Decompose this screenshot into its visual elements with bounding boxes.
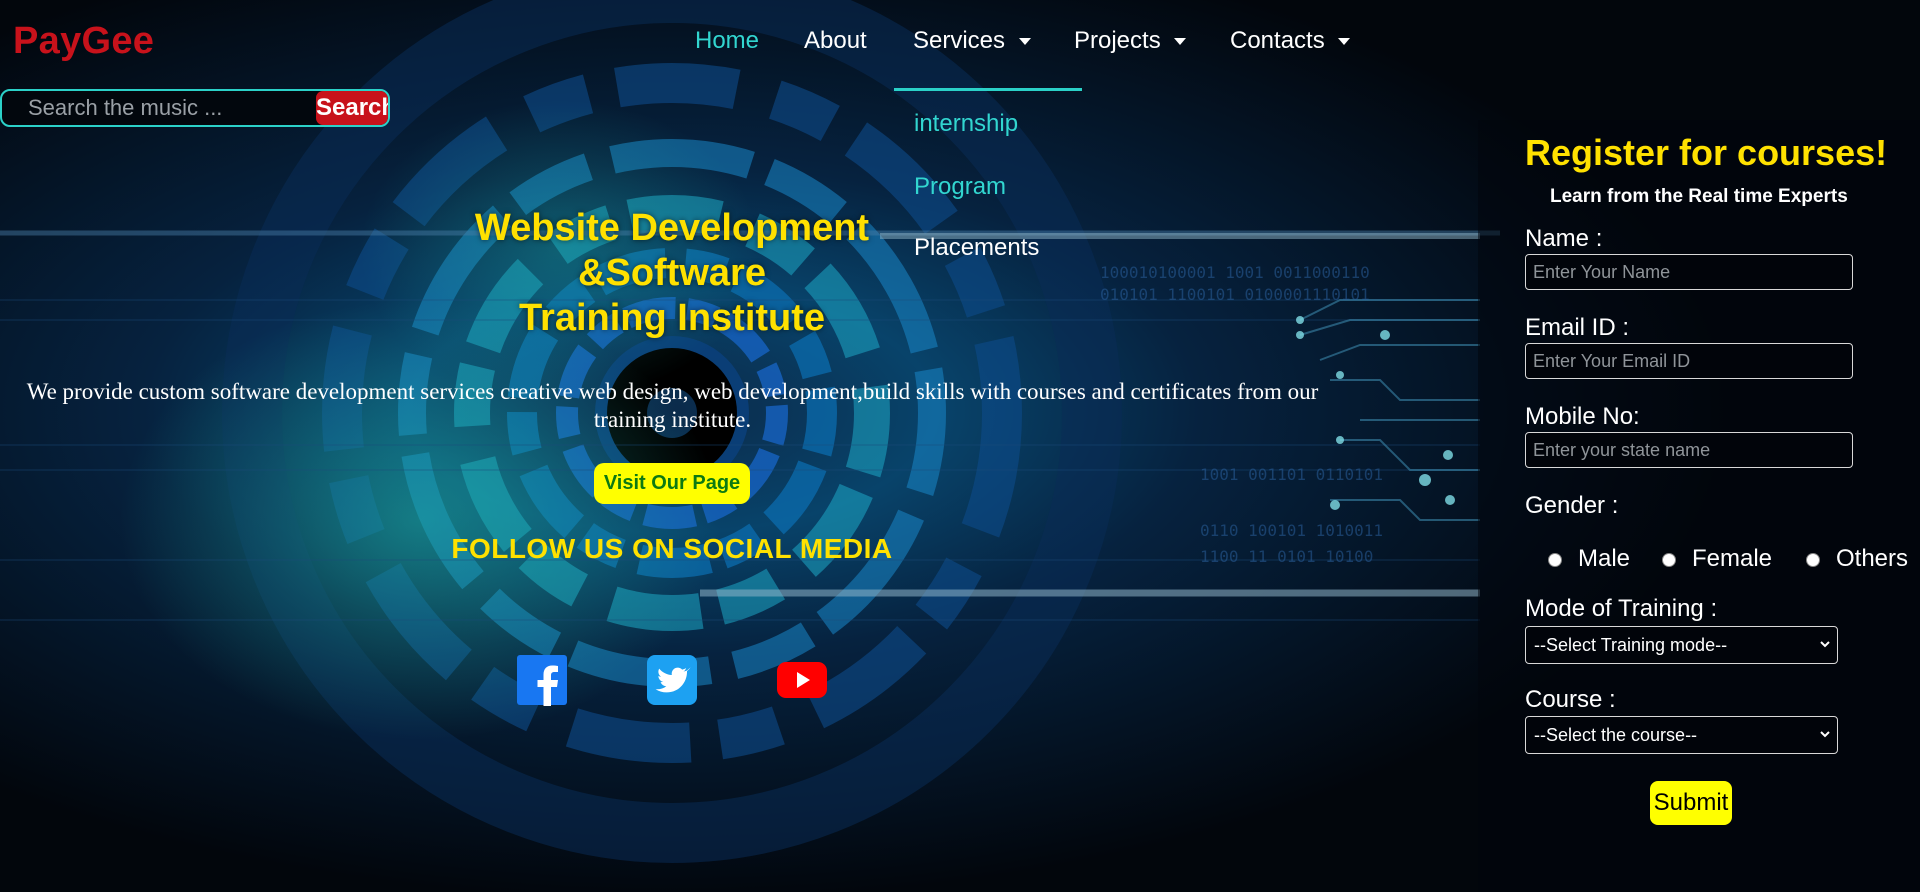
course-select[interactable]: --Select the course-- — [1525, 716, 1838, 754]
nav-projects-label: Projects — [1074, 27, 1161, 54]
search-input[interactable] — [2, 91, 316, 125]
brand-logo[interactable]: PayGee — [13, 20, 154, 63]
hero-title: Website Development &Software Training I… — [420, 206, 924, 341]
svg-text:0110 100101 1010011: 0110 100101 1010011 — [1200, 521, 1383, 540]
nav-contacts-label: Contacts — [1230, 27, 1325, 54]
course-registration-form: Register for courses! Learn from the Rea… — [1478, 126, 1920, 892]
email-label: Email ID : — [1525, 314, 1630, 341]
nav-about[interactable]: About — [804, 27, 867, 55]
gender-label: Gender : — [1525, 492, 1619, 519]
visit-page-button[interactable]: Visit Our Page — [594, 463, 750, 504]
nav-projects[interactable]: Projects — [1074, 27, 1187, 55]
chevron-down-icon — [1820, 731, 1830, 738]
nav-about-label: About — [804, 27, 867, 54]
twitter-icon — [647, 655, 697, 705]
form-title: Register for courses! — [1525, 132, 1888, 173]
hero-title-line-3: Training Institute — [518, 297, 826, 339]
caret-down-icon — [1338, 38, 1351, 46]
training-mode-select[interactable]: --Select Training mode-- — [1525, 626, 1838, 664]
nav-home-label: Home — [695, 27, 760, 54]
twitter-link[interactable] — [646, 654, 698, 706]
email-field[interactable] — [1525, 343, 1853, 379]
course-selected: --Select the course-- — [1534, 724, 1698, 745]
name-label: Name : — [1525, 225, 1603, 252]
dropdown-item-program[interactable]: Program — [914, 173, 1006, 201]
svg-text:010101 1100101 0100001110101: 010101 1100101 0100001110101 — [1100, 285, 1370, 304]
gender-male-radio[interactable] — [1548, 553, 1562, 567]
gender-female-label: Female — [1692, 545, 1773, 572]
form-subtitle: Learn from the Real time Experts — [1550, 186, 1848, 207]
training-mode-selected: --Select Training mode-- — [1534, 634, 1728, 655]
facebook-icon — [517, 655, 567, 706]
facebook-link[interactable] — [516, 654, 568, 706]
youtube-link[interactable] — [776, 660, 828, 700]
mobile-field[interactable] — [1525, 432, 1853, 468]
nav-services-label: Services — [913, 27, 1006, 54]
caret-down-icon — [1018, 38, 1031, 46]
search-button[interactable]: Search — [316, 91, 388, 125]
hero-title-line-2: &Software — [578, 252, 766, 294]
submit-button[interactable]: Submit — [1650, 781, 1732, 825]
hero-description: We provide custom software development s… — [26, 379, 1319, 432]
nav-contacts[interactable]: Contacts — [1230, 27, 1351, 55]
youtube-icon — [777, 662, 827, 698]
name-field[interactable] — [1525, 254, 1853, 290]
caret-down-icon — [1174, 38, 1187, 46]
svg-text:1001 001101 0110101: 1001 001101 0110101 — [1200, 465, 1383, 484]
nav-home[interactable]: Home — [695, 27, 759, 55]
nav-services[interactable]: Services — [913, 27, 1032, 55]
svg-text:1100 11 0101 10100: 1100 11 0101 10100 — [1200, 547, 1373, 566]
training-mode-label: Mode of Training : — [1525, 595, 1718, 622]
gender-female-radio[interactable] — [1662, 553, 1676, 567]
svg-text:100010100001 1001 0011000110: 100010100001 1001 0011000110 — [1100, 263, 1370, 282]
chevron-down-icon — [1820, 641, 1830, 648]
search-bar: Search — [0, 89, 390, 127]
dropdown-item-placements[interactable]: Placements — [914, 234, 1039, 262]
hero-title-line-1: Website Development — [474, 207, 870, 249]
dropdown-item-internship[interactable]: internship — [914, 110, 1018, 138]
dropdown-underline — [894, 88, 1082, 91]
gender-male-label: Male — [1578, 545, 1631, 572]
mobile-label: Mobile No: — [1525, 403, 1640, 430]
gender-others-radio[interactable] — [1806, 553, 1820, 567]
social-follow-title: FOLLOW US ON SOCIAL MEDIA — [451, 533, 893, 564]
gender-others-label: Others — [1836, 545, 1909, 572]
course-label: Course : — [1525, 686, 1616, 713]
